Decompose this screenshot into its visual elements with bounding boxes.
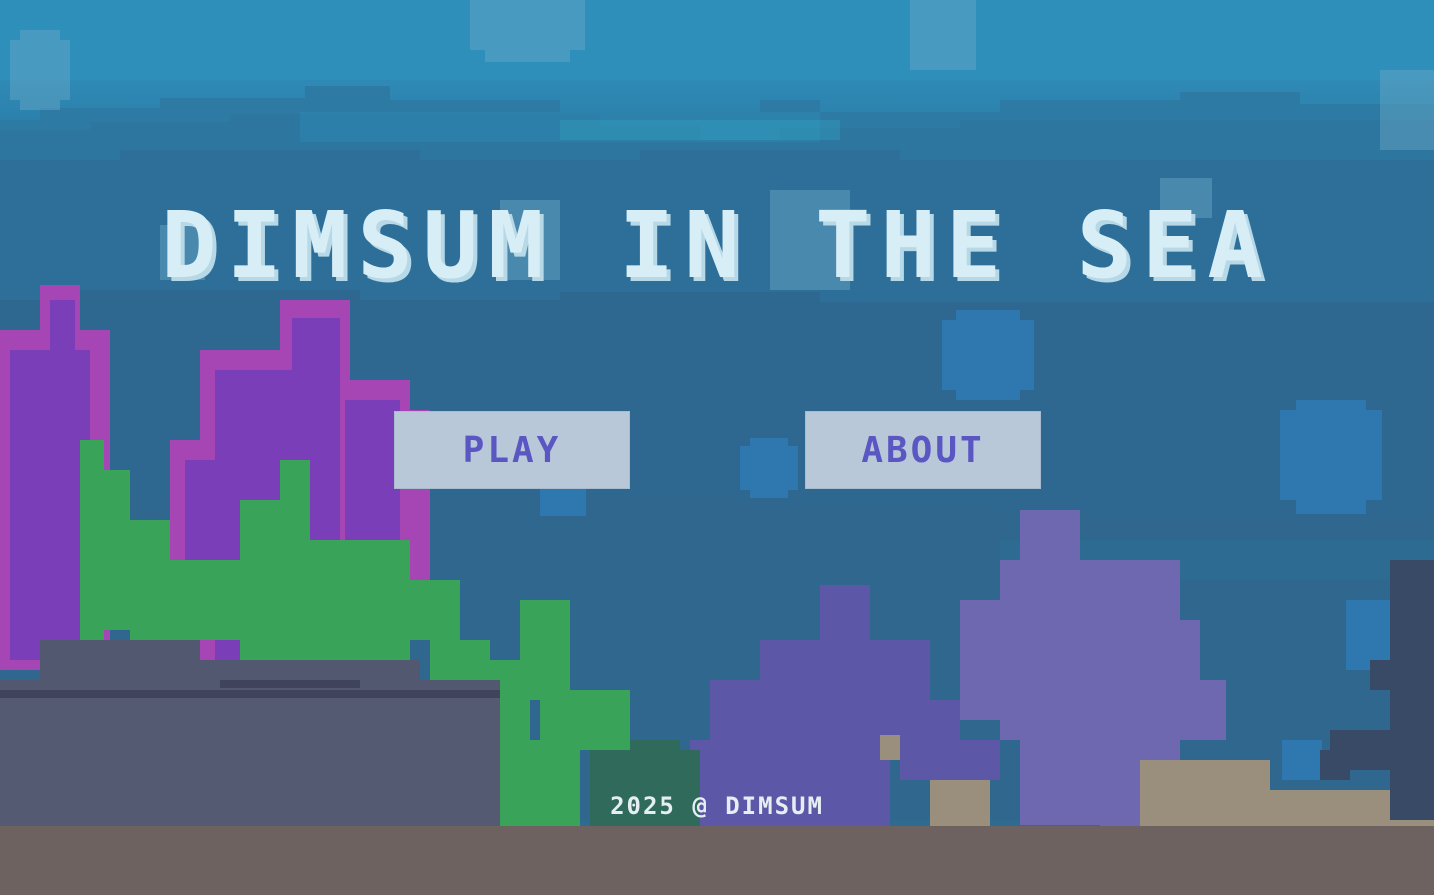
about-button[interactable]: ABOUT (806, 412, 1040, 488)
play-button[interactable]: PLAY (395, 412, 629, 488)
sea-floor (0, 826, 1434, 895)
copyright-footer: 2025 @ DIMSUM (610, 792, 824, 820)
game-scene: DIMSUM IN THE SEA PLAY ABOUT 2025 @ DIMS… (0, 0, 1434, 895)
game-title: DIMSUM IN THE SEA (161, 192, 1273, 299)
underwater-background (0, 0, 1434, 826)
